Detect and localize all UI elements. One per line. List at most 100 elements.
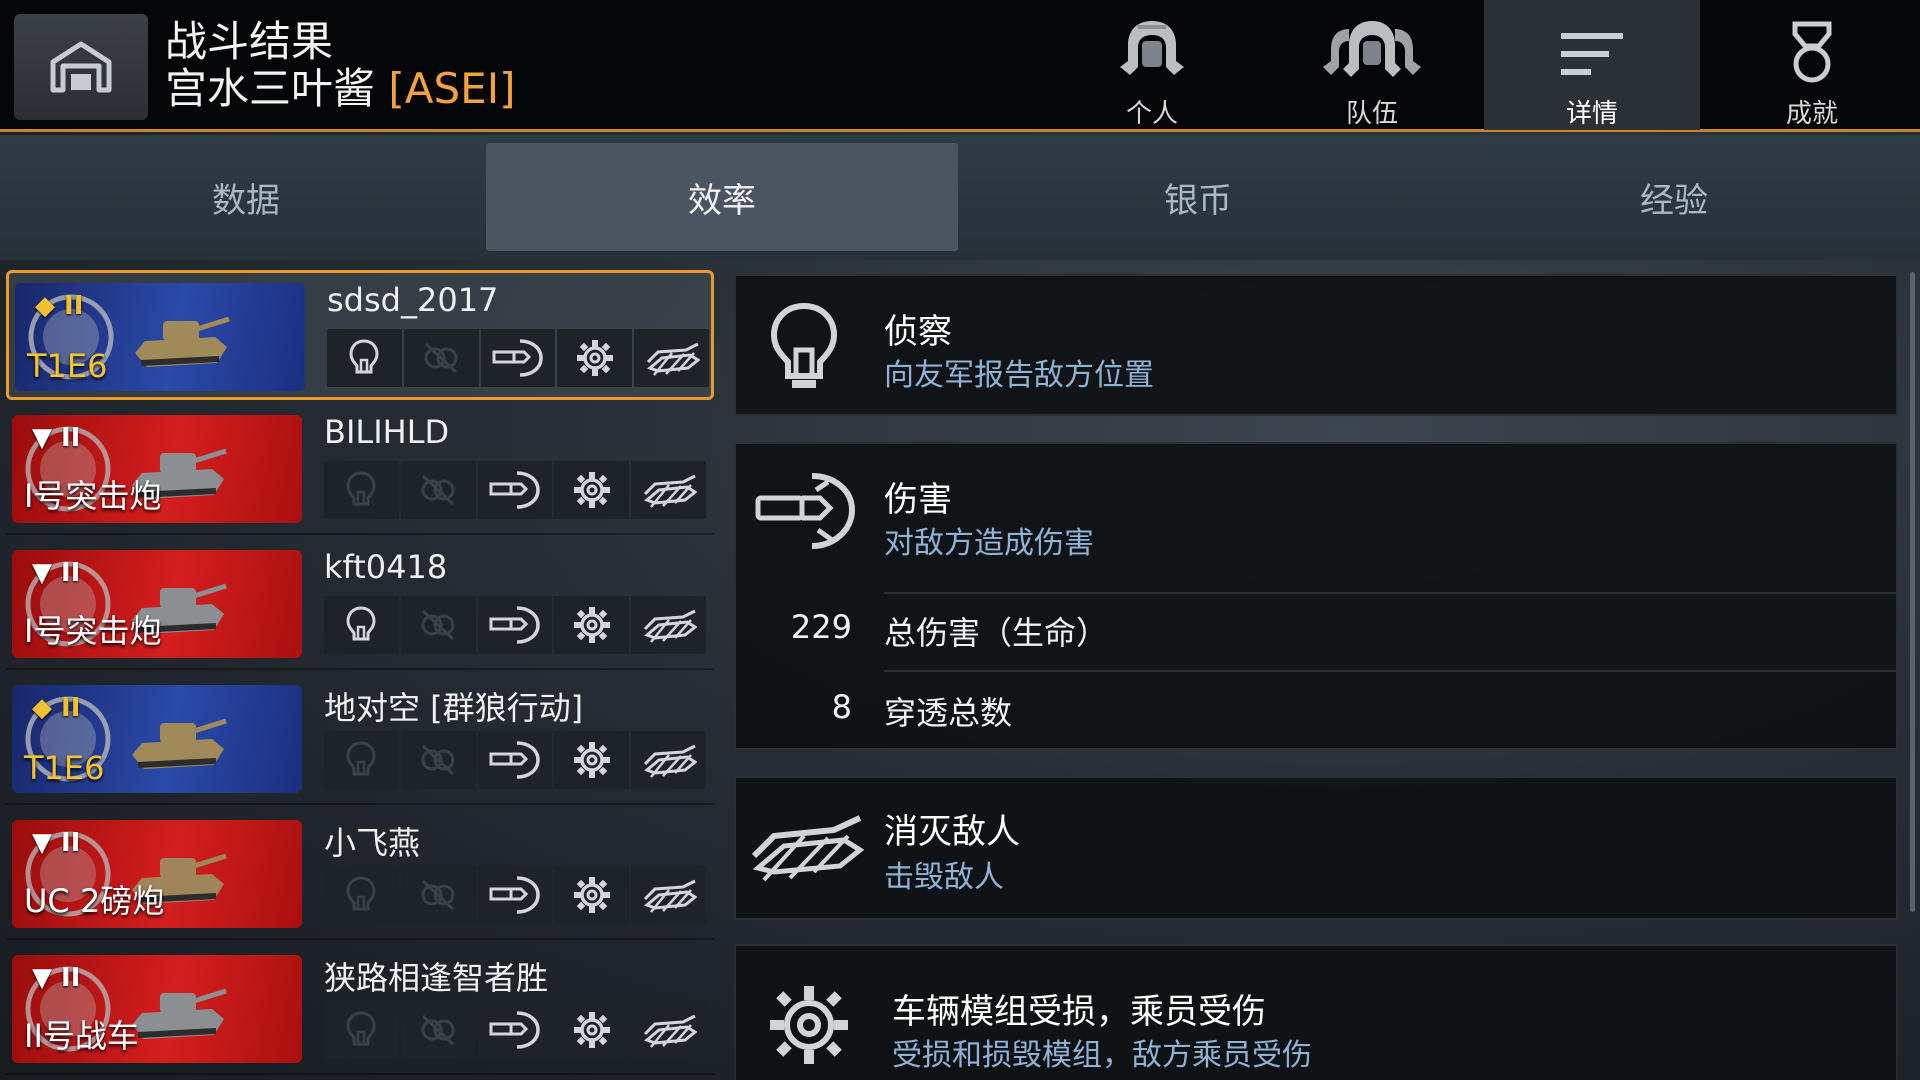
tier-badge: ▼ II	[32, 963, 81, 993]
spotting-medal-icon	[324, 866, 399, 924]
penetrations-value: 8	[831, 688, 852, 726]
medal-strip	[327, 329, 709, 387]
spotting-medal-icon	[324, 461, 399, 519]
damage-medal-icon	[477, 596, 553, 654]
tab-details-label: 详情	[1565, 99, 1618, 129]
modules-title: 车辆模组受损，乘员受伤	[892, 992, 1266, 1032]
tank-silhouette-icon	[135, 316, 230, 367]
tier-badge: ◆ II	[35, 291, 84, 321]
medal-strip	[324, 596, 706, 654]
penetrations-label: 穿透总数	[884, 694, 1013, 732]
vehicle-name: T1E6	[27, 347, 108, 385]
player-heading: 宫水三叶酱 [ASEI]	[165, 64, 515, 114]
player-name: sdsd_2017	[327, 281, 499, 319]
tab-personal-label: 个人	[1125, 99, 1178, 129]
team-helmets-icon	[1323, 20, 1421, 77]
module-medal-icon	[557, 329, 633, 387]
kill-medal-icon	[634, 329, 709, 387]
spotting-desc: 向友军报告敌方位置	[884, 358, 1154, 393]
module-medal-icon	[554, 866, 630, 924]
module-medal-icon	[554, 596, 630, 654]
vehicle-name: I号突击炮	[24, 477, 162, 515]
tier-badge: ▼ II	[32, 423, 81, 453]
damage-medal-icon	[477, 461, 553, 519]
vehicle-banner: ◆ II T1E6	[15, 283, 305, 391]
tab-team[interactable]: 队伍	[1264, 0, 1480, 130]
damage-medal-icon	[480, 329, 556, 387]
vehicle-name: UC 2磅炮	[24, 882, 165, 920]
sub-tabs: 数据 效率 银币 经验	[0, 135, 1920, 260]
single-helmet-icon	[1120, 20, 1184, 75]
spotting-medal-icon	[324, 1001, 399, 1059]
medal-strip	[324, 461, 706, 519]
damage-desc: 对敌方造成伤害	[884, 526, 1094, 561]
spotting-medal-icon	[324, 731, 399, 789]
subtab-efficiency[interactable]: 效率	[486, 143, 958, 251]
total-damage-label: 总伤害（生命）	[884, 614, 1109, 652]
spotting-medal-icon	[324, 596, 399, 654]
stat-row-penetrations	[884, 670, 1896, 746]
subtab-data[interactable]: 数据	[10, 143, 482, 251]
kills-desc: 击毁敌人	[884, 860, 1004, 895]
shell-impact-icon	[755, 473, 856, 549]
player-name: 狭路相逢智者胜	[324, 959, 549, 997]
vehicle-banner: ▼ II II号战车	[12, 955, 302, 1063]
subtab-credits[interactable]: 银币	[962, 143, 1434, 251]
tab-team-label: 队伍	[1345, 99, 1398, 129]
vehicle-name: T1E6	[24, 749, 105, 787]
gear-icon	[770, 986, 848, 1064]
medal-strip	[324, 731, 706, 789]
player-name: BILIHLD	[324, 413, 450, 451]
spotting-medal-icon	[327, 329, 402, 387]
modules-desc: 受损和损毁模组，敌方乘员受伤	[892, 1038, 1312, 1073]
destroyed-tank-icon	[751, 815, 865, 882]
modules-card: 车辆模组受损，乘员受伤 受损和损毁模组，敌方乘员受伤	[734, 944, 1898, 1080]
medal-icon	[1792, 21, 1832, 82]
subtab-experience[interactable]: 经验	[1438, 143, 1910, 251]
total-damage-value: 229	[790, 608, 852, 646]
vehicle-name: II号战车	[24, 1017, 139, 1055]
vehicle-banner: ◆ II T1E6	[12, 685, 302, 793]
tab-details[interactable]: 详情	[1484, 0, 1700, 130]
kill-medal-icon	[631, 731, 706, 789]
medal-strip	[324, 866, 706, 924]
home-button[interactable]	[14, 14, 148, 120]
details-list-icon	[1561, 32, 1623, 75]
tab-achievements-label: 成就	[1785, 99, 1838, 129]
tank-silhouette-icon	[132, 718, 227, 769]
vehicle-banner: ▼ II I号突击炮	[12, 550, 302, 658]
player-row[interactable]: ▼ II II号战车 狭路相逢智者胜	[6, 945, 714, 1075]
player-name: 地对空 [群狼行动]	[324, 689, 584, 727]
tab-achievements[interactable]: 成就	[1704, 0, 1920, 130]
kill-medal-icon	[631, 596, 706, 654]
tier-badge: ▼ II	[32, 828, 81, 858]
clan-tag: [ASEI]	[388, 64, 516, 113]
assist-medal-icon	[400, 1001, 476, 1059]
vehicle-banner: ▼ II UC 2磅炮	[12, 820, 302, 928]
damage-medal-icon	[477, 731, 553, 789]
assist-medal-icon	[400, 596, 476, 654]
assist-medal-icon	[403, 329, 479, 387]
spotting-card: 侦察 向友军报告敌方位置	[734, 274, 1898, 416]
spotting-title: 侦察	[884, 312, 952, 352]
vehicle-banner: ▼ II I号突击炮	[12, 415, 302, 523]
player-row[interactable]: ◆ II T1E6 sdsd_2017	[6, 270, 714, 400]
kill-medal-icon	[631, 461, 706, 519]
tab-personal[interactable]: 个人	[1044, 0, 1260, 130]
player-row[interactable]: ▼ II I号突击炮 kft0418	[6, 540, 714, 670]
assist-medal-icon	[400, 461, 476, 519]
player-name: 小飞燕	[324, 824, 421, 862]
damage-title: 伤害	[884, 480, 952, 520]
medal-strip	[324, 1001, 706, 1059]
assist-medal-icon	[400, 731, 476, 789]
kills-card: 消灭敌人 击毁敌人	[734, 776, 1898, 920]
assist-medal-icon	[400, 866, 476, 924]
damage-card: 伤害 对敌方造成伤害 229 总伤害（生命） 8 穿透总数	[734, 442, 1898, 750]
player-row[interactable]: ◆ II T1E6 地对空 [群狼行动]	[6, 675, 714, 805]
module-medal-icon	[554, 1001, 630, 1059]
player-row[interactable]: ▼ II I号突击炮 BILIHLD	[6, 405, 714, 535]
top-bar: 战斗结果 宫水三叶酱 [ASEI] 个人 队伍 详情 成就	[0, 0, 1920, 132]
player-row[interactable]: ▼ II UC 2磅炮 小飞燕	[6, 810, 714, 940]
scrollbar[interactable]	[1910, 272, 1915, 912]
module-medal-icon	[554, 461, 630, 519]
